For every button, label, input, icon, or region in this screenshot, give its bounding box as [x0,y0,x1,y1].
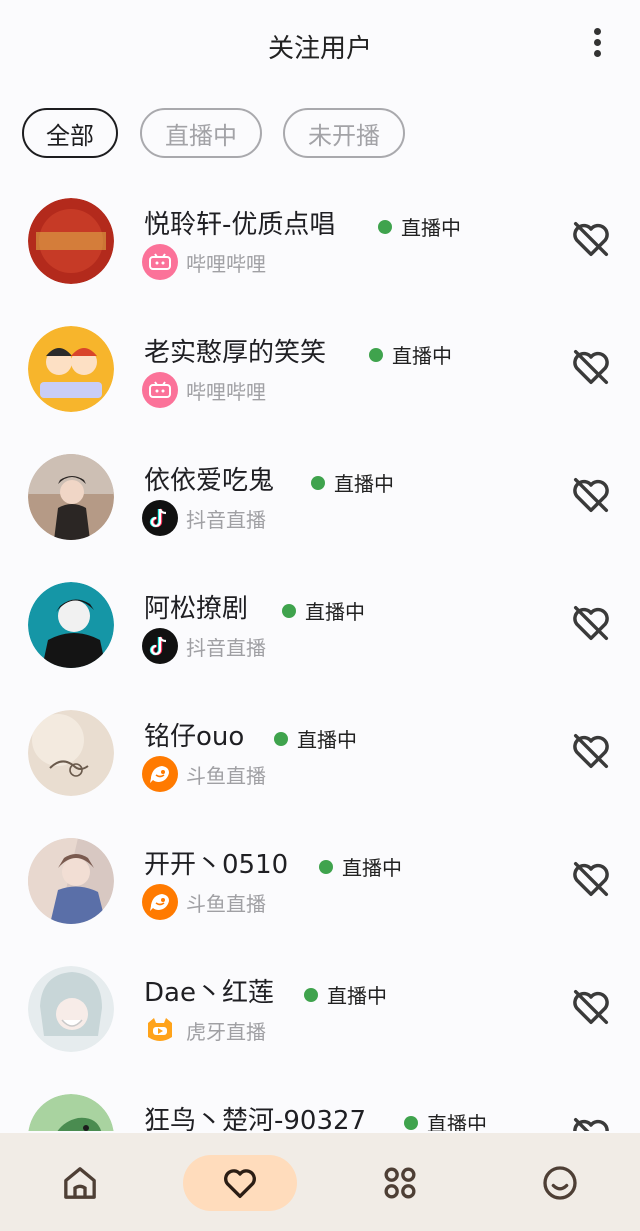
user-name: 老实憨厚的笑笑 [144,338,327,368]
bilibili-icon [142,244,178,280]
nav-profile[interactable] [503,1155,617,1211]
platform-label: 斗鱼直播 [186,763,266,788]
filter-chip-all[interactable]: 全部 [22,108,118,158]
user-row[interactable]: 悦聆轩-优质点唱 直播中 哔哩哔哩 [0,176,640,304]
unfollow-heart-icon[interactable] [568,344,614,390]
live-dot [274,731,288,746]
live-status: 直播中 [274,724,357,753]
unfollow-heart-icon[interactable] [568,600,614,646]
avatar [28,838,114,924]
bottom-navigation [0,1133,640,1231]
live-dot [282,603,296,618]
avatar [28,710,114,796]
platform-label: 抖音直播 [186,507,266,532]
platform: 哔哩哔哩 [142,244,266,280]
page-title: 关注用户 [267,34,372,64]
avatar [28,1094,114,1131]
live-dot [378,219,392,234]
live-dot [404,1115,418,1130]
unfollow-heart-icon[interactable] [568,1112,614,1131]
home-icon [64,1167,96,1199]
user-row[interactable]: 老实憨厚的笑笑 直播中 哔哩哔哩 [0,304,640,432]
live-status: 直播中 [282,596,365,625]
user-row[interactable]: 依依爱吃鬼 直播中 抖音直播 [0,432,640,560]
platform: 斗鱼直播 [142,756,266,792]
platform-label: 哔哩哔哩 [186,379,266,404]
platform: 斗鱼直播 [142,884,266,920]
douyin-icon [142,500,178,536]
huya-icon [142,1012,178,1048]
unfollow-heart-icon[interactable] [568,472,614,518]
platform-label: 哔哩哔哩 [186,251,266,276]
live-status-label: 直播中 [327,984,387,1008]
douyin-icon [142,628,178,664]
platform: 虎牙直播 [142,1012,266,1048]
unfollow-heart-icon[interactable] [568,216,614,262]
avatar [28,966,114,1052]
avatar [28,454,114,540]
unfollow-heart-icon[interactable] [568,856,614,902]
avatar [28,198,114,284]
nav-following[interactable] [183,1155,297,1211]
live-status-label: 直播中 [342,856,402,880]
filter-chip-live[interactable]: 直播中 [140,108,262,158]
top-app-bar: 关注用户 [0,0,640,92]
user-name: 开开丶0510 [144,850,289,880]
user-row[interactable]: Dae丶红莲 直播中 虎牙直播 [0,944,640,1072]
platform-label: 斗鱼直播 [186,891,266,916]
live-status: 直播中 [319,852,402,881]
avatar [28,582,114,668]
smile-icon [543,1166,577,1200]
live-status: 直播中 [378,212,461,241]
user-name: 悦聆轩-优质点唱 [144,210,336,240]
followed-user-list: 悦聆轩-优质点唱 直播中 哔哩哔哩 老实憨厚的笑笑 直播中 哔哩哔哩 依依爱吃鬼… [0,176,640,1131]
user-name: Dae丶红莲 [144,978,274,1008]
more-vert-icon[interactable] [584,28,610,64]
platform: 抖音直播 [142,628,266,664]
douyu-icon [142,884,178,920]
live-dot [304,987,318,1002]
douyu-icon [142,756,178,792]
unfollow-heart-icon[interactable] [568,984,614,1030]
live-status-label: 直播中 [401,216,461,240]
live-status-label: 直播中 [305,600,365,624]
live-dot [311,475,325,490]
live-status: 直播中 [311,468,394,497]
platform: 抖音直播 [142,500,266,536]
platform-label: 抖音直播 [186,635,266,660]
user-row[interactable]: 阿松撩剧 直播中 抖音直播 [0,560,640,688]
user-row[interactable]: 狂鸟丶楚河-90327 直播中 [0,1072,640,1131]
avatar [28,326,114,412]
live-dot [369,347,383,362]
live-dot [319,859,333,874]
platform-label: 虎牙直播 [186,1019,266,1044]
user-name: 阿松撩剧 [144,594,249,624]
user-name: 依依爱吃鬼 [144,466,275,496]
platform: 哔哩哔哩 [142,372,266,408]
filter-chip-offline[interactable]: 未开播 [283,108,405,158]
user-row[interactable]: 开开丶0510 直播中 斗鱼直播 [0,816,640,944]
nav-apps[interactable] [343,1155,457,1211]
user-name: 狂鸟丶楚河-90327 [144,1106,367,1131]
live-status-label: 直播中 [297,728,357,752]
live-status: 直播中 [304,980,387,1009]
live-status: 直播中 [369,340,452,369]
filter-chips: 全部 直播中 未开播 [0,108,640,164]
bilibili-icon [142,372,178,408]
live-status: 直播中 [404,1108,487,1131]
live-status-label: 直播中 [427,1112,487,1131]
user-row[interactable]: 铭仔ouo 直播中 斗鱼直播 [0,688,640,816]
heart-icon [224,1169,256,1198]
nav-home[interactable] [23,1155,137,1211]
apps-icon [384,1167,416,1199]
live-status-label: 直播中 [334,472,394,496]
user-name: 铭仔ouo [144,722,245,752]
live-status-label: 直播中 [392,344,452,368]
unfollow-heart-icon[interactable] [568,728,614,774]
